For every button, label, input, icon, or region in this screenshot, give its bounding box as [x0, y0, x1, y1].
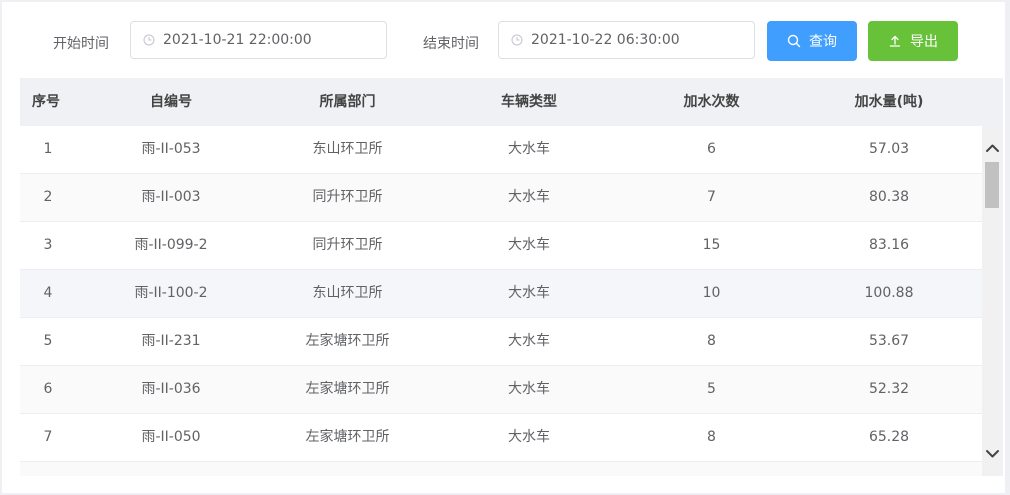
export-button[interactable]: 导出	[868, 21, 958, 61]
table-header: 序号 自编号 所属部门 车辆类型 加水次数 加水量(吨)	[20, 78, 1003, 126]
cell-vehicle-type: 大水车	[508, 333, 550, 349]
upload-icon	[889, 35, 901, 47]
cell-department: 东山环卫所	[312, 141, 383, 157]
cell-refill-volume: 52.32	[868, 381, 910, 397]
cell-index: 7	[43, 429, 53, 445]
cell-index: 1	[43, 141, 53, 157]
cell-index: 4	[43, 285, 53, 301]
cell-refill-count: 15	[702, 237, 721, 253]
start-time-picker[interactable]: 2021-10-21 22:00:00	[130, 21, 387, 59]
cell-vehicle-no: 雨-II-036	[141, 381, 201, 397]
cell-department: 左家塘环卫所	[305, 333, 390, 349]
table-row[interactable]: 5 雨-II-231 左家塘环卫所 大水车 8 53.67	[20, 318, 982, 366]
cell-vehicle-type: 大水车	[508, 237, 550, 253]
clock-icon	[511, 34, 523, 46]
start-time-value: 2021-10-21 22:00:00	[163, 32, 312, 48]
cell-vehicle-type: 大水车	[508, 381, 550, 397]
table-row[interactable]: 7 雨-II-050 左家塘环卫所 大水车 8 65.28	[20, 414, 982, 462]
table-row[interactable]: 1 雨-II-053 东山环卫所 大水车 6 57.03	[20, 126, 982, 174]
table-row[interactable]: 2 雨-II-003 同升环卫所 大水车 7 80.38	[20, 174, 982, 222]
table-body: 1 雨-II-053 东山环卫所 大水车 6 57.03 2 雨-II-003 …	[20, 126, 982, 476]
cell-department: 东山环卫所	[312, 285, 383, 301]
clock-icon	[143, 34, 155, 46]
cell-refill-count: 6	[707, 141, 716, 157]
chevron-up-icon[interactable]	[982, 138, 1003, 158]
cell-refill-count: 8	[707, 429, 716, 445]
cell-refill-volume: 57.03	[868, 141, 910, 157]
table-scrollbar[interactable]	[982, 126, 1003, 476]
cell-index: 5	[43, 333, 53, 349]
cell-refill-count: 10	[702, 285, 721, 301]
cell-department: 左家塘环卫所	[305, 429, 390, 445]
table-row[interactable]: 4 雨-II-100-2 东山环卫所 大水车 10 100.88	[20, 270, 982, 318]
table-row[interactable]: 6 雨-II-036 左家塘环卫所 大水车 5 52.32	[20, 366, 982, 414]
start-time-label: 开始时间	[53, 36, 109, 52]
cell-vehicle-type: 大水车	[508, 285, 550, 301]
chevron-down-icon[interactable]	[982, 444, 1003, 464]
cell-refill-volume: 80.38	[868, 189, 910, 205]
water-refill-panel: 开始时间 2021-10-21 22:00:00 结束时间 2021-10-22…	[2, 2, 1005, 493]
table-row-partial[interactable]	[20, 462, 982, 476]
header-refill-volume: 加水量(吨)	[854, 94, 924, 110]
cell-refill-count: 7	[707, 189, 716, 205]
cell-vehicle-type: 大水车	[508, 189, 550, 205]
query-button[interactable]: 查询	[767, 21, 857, 61]
cell-vehicle-no: 雨-II-231	[141, 333, 201, 349]
cell-department: 同升环卫所	[312, 237, 383, 253]
cell-vehicle-no: 雨-II-100-2	[134, 285, 208, 301]
header-vehicle-type: 车辆类型	[501, 94, 557, 110]
export-button-label: 导出	[910, 34, 938, 50]
query-button-label: 查询	[809, 34, 837, 50]
cell-vehicle-type: 大水车	[508, 429, 550, 445]
header-department: 所属部门	[319, 94, 376, 110]
cell-refill-volume: 100.88	[864, 285, 914, 301]
cell-vehicle-no: 雨-II-003	[141, 189, 201, 205]
end-time-picker[interactable]: 2021-10-22 06:30:00	[498, 21, 755, 59]
cell-index: 3	[43, 237, 53, 253]
end-time-label: 结束时间	[423, 36, 479, 52]
cell-index: 6	[43, 381, 53, 397]
data-table: 序号 自编号 所属部门 车辆类型 加水次数 加水量(吨) 1 雨-II-053 …	[20, 78, 1003, 476]
cell-refill-count: 5	[707, 381, 716, 397]
cell-vehicle-no: 雨-II-050	[141, 429, 201, 445]
scrollbar-thumb[interactable]	[985, 162, 999, 208]
end-time-value: 2021-10-22 06:30:00	[531, 32, 680, 48]
cell-vehicle-no: 雨-II-099-2	[134, 237, 208, 253]
cell-index: 2	[43, 189, 53, 205]
cell-refill-volume: 53.67	[868, 333, 910, 349]
cell-department: 同升环卫所	[312, 189, 383, 205]
cell-refill-count: 8	[707, 333, 716, 349]
cell-refill-volume: 83.16	[868, 237, 910, 253]
cell-refill-volume: 65.28	[868, 429, 910, 445]
table-row[interactable]: 3 雨-II-099-2 同升环卫所 大水车 15 83.16	[20, 222, 982, 270]
header-vehicle-no: 自编号	[150, 94, 192, 110]
cell-vehicle-no: 雨-II-053	[141, 141, 201, 157]
header-index: 序号	[32, 94, 60, 110]
search-icon	[787, 34, 801, 48]
cell-vehicle-type: 大水车	[508, 141, 550, 157]
header-refill-count: 加水次数	[683, 94, 740, 110]
cell-department: 左家塘环卫所	[305, 381, 390, 397]
